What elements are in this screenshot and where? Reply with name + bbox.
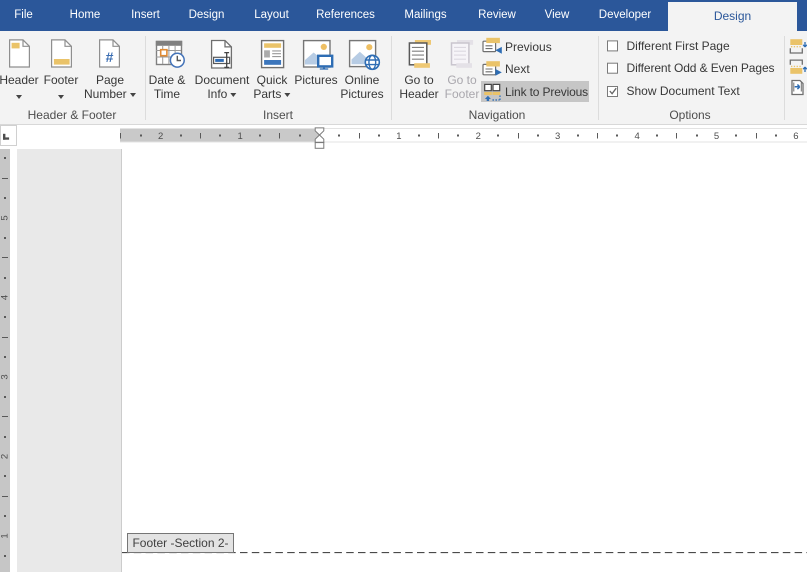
svg-text:2: 2 bbox=[476, 131, 481, 142]
svg-text:1: 1 bbox=[237, 131, 242, 142]
svg-text:4: 4 bbox=[0, 295, 10, 300]
svg-text:1: 1 bbox=[396, 131, 401, 142]
svg-text:3: 3 bbox=[555, 131, 560, 142]
svg-text:5: 5 bbox=[0, 215, 10, 220]
svg-text:3: 3 bbox=[0, 374, 10, 379]
svg-text:2: 2 bbox=[0, 454, 10, 459]
svg-text:5: 5 bbox=[714, 131, 719, 142]
svg-text:6: 6 bbox=[793, 131, 798, 142]
svg-text:#: # bbox=[106, 49, 114, 65]
svg-text:4: 4 bbox=[634, 131, 639, 142]
svg-text:2: 2 bbox=[158, 131, 163, 142]
svg-text:1: 1 bbox=[0, 533, 10, 538]
